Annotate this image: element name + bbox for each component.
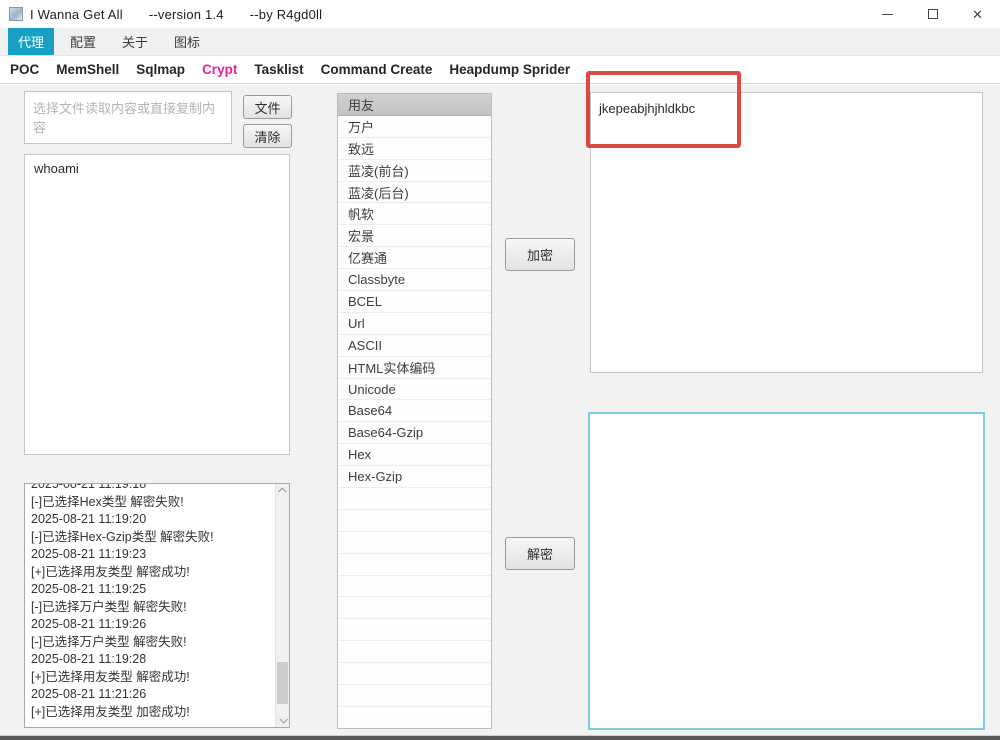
title-bar: I Wanna Get All --version 1.4 --by R4gd0ll… [0, 0, 1000, 28]
minimize-icon [882, 14, 893, 15]
close-icon: ✕ [972, 8, 983, 21]
scroll-up-icon[interactable] [276, 484, 289, 498]
type-list-empty-row[interactable] [338, 510, 491, 532]
encrypt-button[interactable]: 加密 [505, 238, 575, 271]
type-list-item[interactable]: Classbyte [338, 269, 491, 291]
type-list-empty-row[interactable] [338, 641, 491, 663]
log-lines: 2025-08-21 11:19:18[-]已选择Hex类型 解密失败!2025… [25, 483, 289, 721]
chevron-down-icon [279, 715, 287, 723]
log-scrollbar[interactable] [275, 484, 289, 727]
version-label: --version 1.4 [149, 7, 224, 22]
file-input-placeholder: 选择文件读取内容或直接复制内容 [33, 101, 215, 135]
close-button[interactable]: ✕ [955, 0, 1000, 28]
log-line: [-]已选择万户类型 解密失败! [31, 634, 284, 652]
maximize-button[interactable] [910, 0, 955, 28]
type-list-empty-row[interactable] [338, 707, 491, 728]
type-list-item[interactable]: Base64-Gzip [338, 422, 491, 444]
log-line: [+]已选择用友类型 解密成功! [31, 564, 284, 582]
type-list-item[interactable]: 宏景 [338, 225, 491, 247]
type-list-item[interactable]: 亿赛通 [338, 247, 491, 269]
type-list-item[interactable]: Unicode [338, 379, 491, 401]
log-line: 2025-08-21 11:21:26 [31, 686, 284, 704]
type-list-item[interactable]: 蓝凌(后台) [338, 182, 491, 204]
minimize-button[interactable] [865, 0, 910, 28]
app-window: I Wanna Get All --version 1.4 --by R4gd0ll… [0, 0, 1000, 740]
tab-item[interactable]: 配置 [60, 28, 106, 55]
chevron-up-icon [278, 487, 286, 495]
type-list-empty-row[interactable] [338, 685, 491, 707]
log-line: 2025-08-21 11:19:23 [31, 546, 284, 564]
type-list-item[interactable]: HTML实体编码 [338, 357, 491, 379]
menu-item[interactable]: Crypt [202, 62, 237, 77]
log-line: 2025-08-21 11:19:20 [31, 511, 284, 529]
log-line: 2025-08-21 11:19:28 [31, 651, 284, 669]
type-list-item[interactable]: BCEL [338, 291, 491, 313]
window-title: I Wanna Get All --version 1.4 --by R4gd0ll [30, 7, 348, 22]
tab-item[interactable]: 关于 [112, 28, 158, 55]
tab-bar: 代理配置关于图标 [0, 28, 1000, 56]
decrypt-button[interactable]: 解密 [505, 537, 575, 570]
type-list-empty-row[interactable] [338, 554, 491, 576]
menu-item[interactable]: Command Create [321, 62, 433, 77]
menu-item[interactable]: MemShell [56, 62, 119, 77]
type-list-empty-row[interactable] [338, 663, 491, 685]
window-controls: ✕ [865, 0, 1000, 28]
log-area[interactable]: 2025-08-21 11:19:18[-]已选择Hex类型 解密失败!2025… [24, 483, 290, 728]
menu-item[interactable]: Tasklist [254, 62, 303, 77]
type-list-item[interactable]: Hex-Gzip [338, 466, 491, 488]
encrypted-output-area[interactable]: jkepeabjhjhldkbc [590, 92, 983, 373]
file-content-input[interactable]: 选择文件读取内容或直接复制内容 [24, 91, 232, 144]
type-list-empty-row[interactable] [338, 619, 491, 641]
log-line: 2025-08-21 11:19:18 [31, 483, 284, 494]
menu-item[interactable]: Heapdump Sprider [449, 62, 570, 77]
type-list-item[interactable]: 用友 [338, 94, 491, 116]
menu-item[interactable]: POC [10, 62, 39, 77]
clear-button[interactable]: 清除 [243, 124, 292, 148]
log-line: 2025-08-21 11:19:26 [31, 616, 284, 634]
file-button[interactable]: 文件 [243, 95, 292, 119]
window-bottom-edge [0, 736, 1000, 740]
type-list-empty-row[interactable] [338, 488, 491, 510]
maximize-icon [928, 9, 938, 19]
crypt-type-list: 用友万户致远蓝凌(前台)蓝凌(后台)帆软宏景亿赛通ClassbyteBCELUr… [337, 93, 492, 729]
type-list-item[interactable]: Base64 [338, 400, 491, 422]
scroll-down-icon[interactable] [276, 713, 289, 727]
menu-item[interactable]: Sqlmap [136, 62, 185, 77]
log-line: [+]已选择用友类型 解密成功! [31, 669, 284, 687]
encrypted-output-text: jkepeabjhjhldkbc [599, 101, 695, 116]
source-text: whoami [34, 161, 79, 176]
source-text-area[interactable]: whoami [24, 154, 290, 455]
menu-bar: POC MemShell Sqlmap Crypt Tasklist Command Cr… [0, 56, 1000, 84]
log-line: 2025-08-21 11:19:25 [31, 581, 284, 599]
log-line: [-]已选择万户类型 解密失败! [31, 599, 284, 617]
tab-item[interactable]: 代理 [8, 28, 54, 55]
type-list-empty-row[interactable] [338, 576, 491, 598]
log-line: [+]已选择用友类型 加密成功! [31, 704, 284, 722]
tab-item[interactable]: 图标 [164, 28, 210, 55]
type-list-item[interactable]: Url [338, 313, 491, 335]
type-list-empty-row[interactable] [338, 532, 491, 554]
type-list-empty-row[interactable] [338, 597, 491, 619]
type-list-item[interactable]: 蓝凌(前台) [338, 160, 491, 182]
type-list-item[interactable]: 万户 [338, 116, 491, 138]
type-list-item[interactable]: Hex [338, 444, 491, 466]
scrollbar-thumb[interactable] [277, 662, 288, 704]
crypt-panel: 选择文件读取内容或直接复制内容 文件 清除 whoami 2025-08-21 … [0, 85, 1000, 740]
type-list-item[interactable]: 致远 [338, 138, 491, 160]
app-name: I Wanna Get All [30, 7, 123, 22]
author-label: --by R4gd0ll [250, 7, 323, 22]
app-icon [9, 7, 23, 21]
type-list-item[interactable]: ASCII [338, 335, 491, 357]
log-line: [-]已选择Hex-Gzip类型 解密失败! [31, 529, 284, 547]
type-list-item[interactable]: 帆软 [338, 203, 491, 225]
decrypted-output-area[interactable] [588, 412, 985, 730]
log-line: [-]已选择Hex类型 解密失败! [31, 494, 284, 512]
